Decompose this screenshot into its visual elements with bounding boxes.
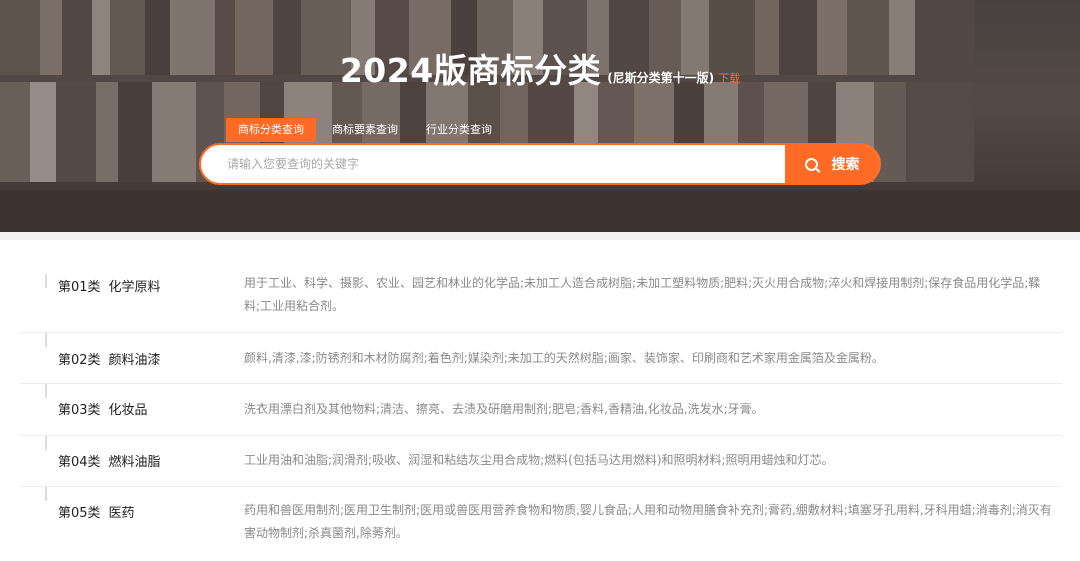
class-title: 第02类 颜料油漆 <box>20 333 244 383</box>
search-button[interactable]: 搜索 <box>785 145 879 183</box>
class-code: 第05类 <box>58 506 101 521</box>
search-tabs: 商标分类查询 商标要素查询 行业分类查询 <box>226 118 508 142</box>
class-code: 第02类 <box>58 353 101 368</box>
class-description: 洗衣用漂白剂及其他物料;清洁、擦亮、去渍及研磨用制剂;肥皂;香料,香精油,化妆品… <box>244 402 764 416</box>
hero-banner: 2024版商标分类 (尼斯分类第十一版) 下载 商标分类查询 商标要素查询 行业分类… <box>0 0 1080 232</box>
class-description: 用于工业、科学、摄影、农业、园艺和林业的化学品;未加工人造合成树脂;未加工塑料物… <box>244 276 1041 313</box>
title-row: 2024版商标分类 (尼斯分类第十一版) 下载 <box>0 44 1080 92</box>
search-icon <box>804 157 818 171</box>
class-code: 第01类 <box>58 280 101 295</box>
hero-overlay <box>0 0 1080 232</box>
list-item[interactable]: 第04类 燃料油脂 工业用油和油脂;润滑剂;吸收、润湿和粘结灰尘用合成物;燃料(包… <box>20 436 1062 487</box>
search-button-label: 搜索 <box>831 157 860 173</box>
class-name: 颜料油漆 <box>108 353 161 368</box>
class-description: 工业用油和油脂;润滑剂;吸收、润湿和粘结灰尘用合成物;燃料(包括马达用燃料)和照… <box>244 453 834 467</box>
class-name: 化妆品 <box>108 403 148 418</box>
class-description: 颜料,清漆,漆;防锈剂和木材防腐剂;着色剂;媒染剂;未加工的天然树脂;画家、装饰… <box>244 351 884 365</box>
class-title: 第04类 燃料油脂 <box>20 436 244 486</box>
list-item[interactable]: 第05类 医药 药用和兽医用制剂;医用卫生制剂;医用或兽医用营养食物和物质,婴儿食… <box>20 487 1062 561</box>
page-title: 2024版商标分类 <box>339 51 602 90</box>
page-subtitle: (尼斯分类第十一版) <box>607 71 715 85</box>
class-code: 第04类 <box>58 455 101 470</box>
search-bar: 搜索 <box>199 143 881 185</box>
class-title: 第03类 化妆品 <box>20 384 244 435</box>
class-code: 第03类 <box>58 403 101 418</box>
list-item[interactable]: 第03类 化妆品 洗衣用漂白剂及其他物料;清洁、擦亮、去渍及研磨用制剂;肥皂;香料… <box>20 384 1062 436</box>
class-name: 化学原料 <box>108 280 161 295</box>
list-item[interactable]: 第01类 化学原料 用于工业、科学、摄影、农业、园艺和林业的化学品;未加工人造合成… <box>20 274 1062 333</box>
class-title: 第01类 化学原料 <box>20 274 244 332</box>
class-name: 燃料油脂 <box>108 455 161 470</box>
list-item[interactable]: 第02类 颜料油漆 颜料,清漆,漆;防锈剂和木材防腐剂;着色剂;媒染剂;未加工的天… <box>20 333 1062 384</box>
class-description: 药用和兽医用制剂;医用卫生制剂;医用或兽医用营养食物和物质,婴儿食品;人用和动物… <box>244 503 1052 540</box>
class-title: 第05类 医药 <box>20 487 244 561</box>
tab-trademark-class[interactable]: 商标分类查询 <box>226 118 316 142</box>
search-input[interactable] <box>201 145 785 183</box>
class-name: 医药 <box>108 506 135 521</box>
class-list: 第01类 化学原料 用于工业、科学、摄影、农业、园艺和林业的化学品;未加工人造合成… <box>0 240 1080 561</box>
tab-industry-class[interactable]: 行业分类查询 <box>414 118 504 142</box>
tab-trademark-element[interactable]: 商标要素查询 <box>320 118 410 142</box>
download-link[interactable]: 下载 <box>718 72 740 85</box>
